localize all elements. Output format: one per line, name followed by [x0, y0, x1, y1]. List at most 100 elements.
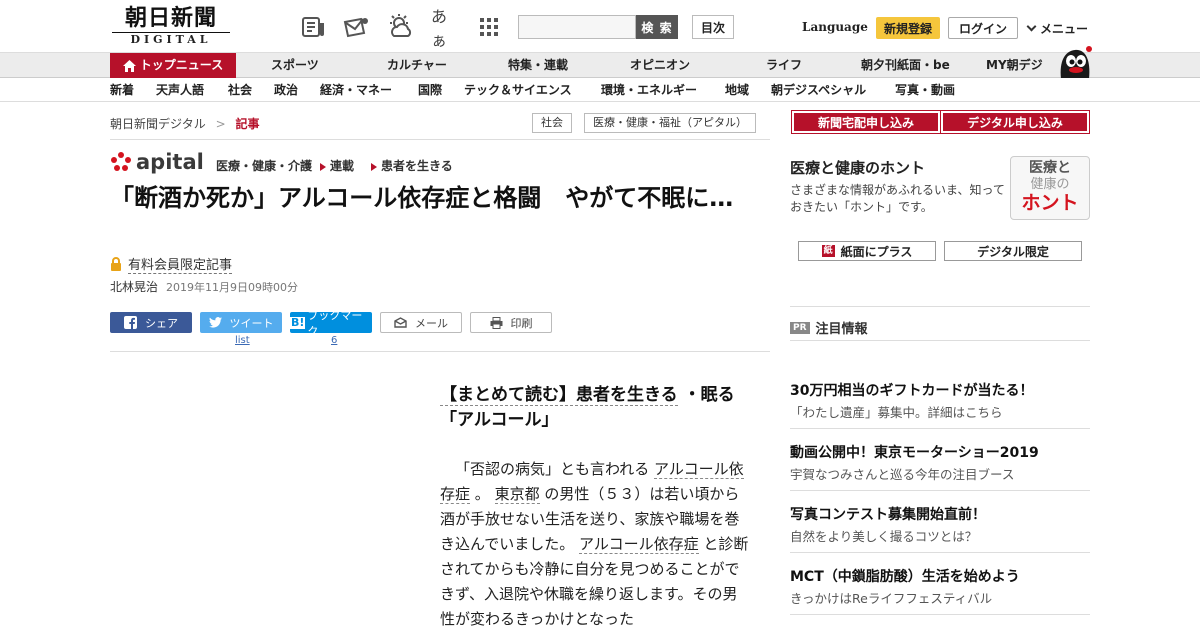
nav-life[interactable]: ライフ [766, 53, 802, 78]
mail-magazine-icon[interactable] [342, 14, 370, 40]
hatena-bookmark-button[interactable]: B! ブックマーク [290, 309, 372, 338]
mascot-icon[interactable] [1055, 41, 1095, 83]
paper-plus-label: 紙面にプラス [840, 244, 913, 259]
pr-heading: PR 注目情報 [790, 318, 868, 337]
hatena-bookmark-label: ブックマーク [307, 308, 363, 338]
tag-apital[interactable]: 医療・健康・福祉（アピタル） [584, 113, 756, 133]
twitter-list-link[interactable]: list [235, 335, 250, 346]
paper-icon: 紙 [821, 245, 835, 257]
pr-item-subtitle[interactable]: きっかけはReライフフェスティバル [790, 588, 992, 607]
nav-tech-science[interactable]: テック＆サイエンス [464, 78, 572, 102]
nav-environment[interactable]: 環境・エネルギー [601, 78, 697, 102]
pr-item-title[interactable]: 30万円相当のギフトカードが当たる！ [790, 380, 1033, 400]
nav-economy[interactable]: 経済・マネー [320, 78, 392, 102]
honto-badge[interactable]: 医療と 健康の ホント [1010, 156, 1090, 220]
apps-grid-icon[interactable] [476, 14, 502, 40]
divider [790, 490, 1090, 491]
menu-button[interactable]: メニュー [1026, 20, 1089, 37]
breadcrumb-home[interactable]: 朝日新聞デジタル [110, 117, 206, 131]
breadcrumb: 朝日新聞デジタル > 記事 [110, 115, 260, 132]
pr-item-subtitle[interactable]: 宇賀なつみさんと巡る今年の注目ブース [790, 464, 1014, 483]
keyword-link[interactable]: アルコール依存症 [579, 535, 699, 554]
asahi-logo[interactable]: 朝日新聞 DIGITAL [112, 6, 230, 48]
subscribe-digital-button[interactable]: デジタル申し込み [940, 110, 1090, 134]
series-summary-link[interactable]: 【まとめて読む】患者を生きる [440, 385, 678, 406]
paper-plus-button[interactable]: 紙 紙面にプラス [798, 241, 936, 261]
divider [790, 614, 1090, 615]
facebook-share-button[interactable]: シェア [110, 312, 192, 333]
hatena-count[interactable]: 6 [331, 335, 337, 346]
contents-button[interactable]: 目次 [692, 15, 734, 39]
nav-sports[interactable]: スポーツ [271, 53, 319, 78]
article-category[interactable]: 医療・健康・介護 [216, 157, 312, 174]
mail-share-label: メール [415, 316, 448, 330]
nav-opinion[interactable]: オピニオン [630, 53, 690, 78]
nav-top-news[interactable]: トップニュース [110, 53, 236, 78]
pr-heading-label: 注目情報 [815, 322, 868, 337]
digital-only-button[interactable]: デジタル限定 [944, 241, 1082, 261]
paid-text: 有料会員限定記事 [128, 254, 233, 274]
divider [790, 306, 1090, 307]
print-label: 印刷 [510, 316, 533, 330]
apital-logo[interactable]: apital [110, 150, 204, 174]
keyword-link[interactable]: 東京都 [494, 485, 540, 504]
print-button[interactable]: 印刷 [470, 312, 552, 333]
weather-icon[interactable] [386, 14, 414, 40]
byline: 北林晃治 2019年11月9日09時00分 [110, 278, 298, 295]
divider [790, 340, 1090, 341]
secondary-nav: 新着 天声人語 社会 政治 経済・マネー 国際 テック＆サイエンス 環境・エネル… [0, 78, 1200, 102]
honto-description: さまざまな情報があふれるいま、知っておきたい「ホント」です。 [790, 183, 1005, 214]
nav-features[interactable]: 特集・連載 [508, 53, 568, 78]
site-header: 朝日新聞 DIGITAL あぁ 検 索 目次 Language 新規登録 ログイ… [0, 0, 1200, 52]
subscribe-paper-button[interactable]: 新聞宅配申し込み [791, 110, 941, 134]
pr-item-title[interactable]: 動画公開中！東京モーターショー2019 [790, 442, 1039, 462]
nav-society[interactable]: 社会 [228, 78, 252, 102]
mail-icon [394, 317, 407, 328]
pr-item-title[interactable]: 写真コンテスト募集開始直前！ [790, 504, 986, 524]
nav-print-edition[interactable]: 朝夕刊紙面・be [861, 53, 950, 78]
series-name-link[interactable]: 患者を生きる [371, 157, 453, 174]
search-input[interactable] [518, 15, 636, 39]
logo-main: 朝日新聞 [124, 5, 217, 31]
pr-item-title[interactable]: MCT（中鎖脂肪酸）生活を始めよう [790, 566, 1020, 586]
mail-share-button[interactable]: メール [380, 312, 462, 333]
signup-button[interactable]: 新規登録 [876, 17, 940, 39]
nav-photo-video[interactable]: 写真・動画 [895, 78, 955, 102]
tag-society[interactable]: 社会 [532, 113, 572, 133]
search-button[interactable]: 検 索 [636, 15, 678, 39]
twitter-share-button[interactable]: ツイート [200, 312, 282, 333]
nav-latest[interactable]: 新着 [110, 78, 134, 102]
nav-culture[interactable]: カルチャー [387, 53, 447, 78]
divider [110, 139, 770, 140]
honto-title[interactable]: 医療と健康のホント [790, 157, 925, 178]
chevron-down-icon [1026, 21, 1037, 32]
arrow-right-icon [320, 162, 326, 171]
nav-tensei-jingo[interactable]: 天声人語 [156, 78, 204, 102]
nav-special[interactable]: 朝デジスペシャル [771, 78, 866, 102]
font-size-icon[interactable]: あぁ [431, 7, 457, 50]
login-button[interactable]: ログイン [948, 17, 1018, 39]
pr-item-subtitle[interactable]: 「わたし遺産」募集中。詳細はこちら [790, 402, 1003, 421]
language-link[interactable]: Language [802, 20, 868, 34]
nav-my-asahi[interactable]: MY朝デジ [986, 53, 1043, 78]
nav-international[interactable]: 国際 [418, 78, 442, 102]
nav-politics[interactable]: 政治 [274, 78, 298, 102]
nav-region[interactable]: 地域 [725, 78, 749, 102]
nav-label: トップニュース [139, 58, 224, 72]
apital-dots-icon [111, 152, 131, 171]
twitter-share-label: ツイート [229, 316, 274, 330]
series-label-link[interactable]: 連載 [320, 157, 354, 174]
print-icon [490, 316, 502, 329]
series-name: 患者を生きる [381, 159, 453, 173]
newspaper-icon[interactable] [301, 14, 327, 40]
divider [790, 552, 1090, 553]
breadcrumb-current: 記事 [235, 117, 260, 131]
paid-member-label[interactable]: 有料会員限定記事 [110, 254, 233, 274]
pr-item-subtitle[interactable]: 自然をより美しく撮るコツとは？ [790, 526, 977, 545]
menu-label: メニュー [1040, 22, 1089, 36]
hatena-icon: B! [290, 315, 306, 329]
honto-badge-line3: ホント [1021, 192, 1079, 214]
body-text: 「否認の病気」とも言われる [455, 460, 650, 478]
series-label: 連載 [330, 159, 355, 173]
breadcrumb-separator: > [215, 117, 226, 131]
